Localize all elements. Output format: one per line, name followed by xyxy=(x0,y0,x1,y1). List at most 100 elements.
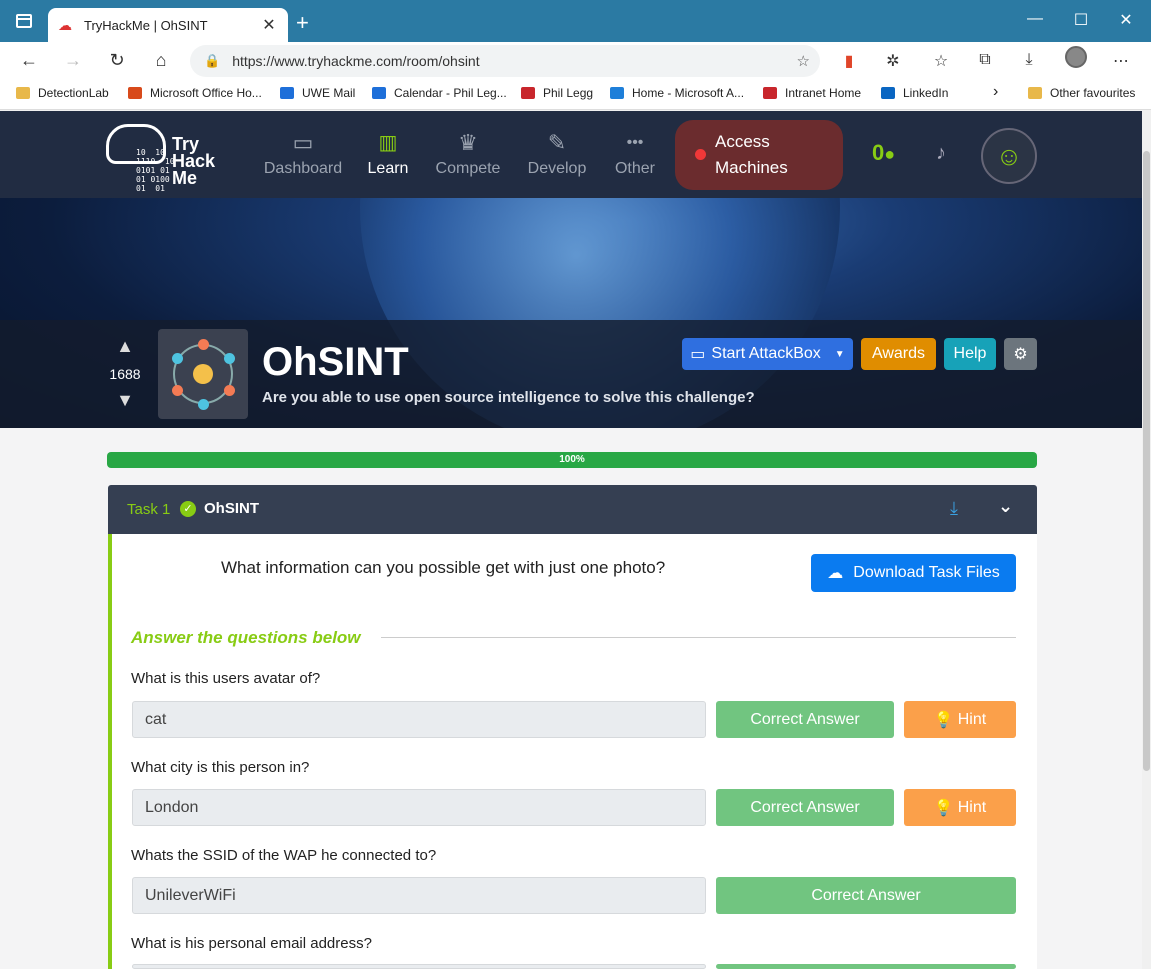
question-3: Whats the SSID of the WAP he connected t… xyxy=(131,847,437,864)
answer-input-4[interactable] xyxy=(132,964,706,969)
download-icon[interactable]: ⤓ xyxy=(950,498,958,519)
correct-answer-button-4[interactable] xyxy=(716,964,1016,969)
uwe-icon xyxy=(763,87,777,99)
forward-icon[interactable]: → xyxy=(62,50,84,71)
bookmark-uwe-mail[interactable]: UWE Mail xyxy=(280,86,355,100)
bookmark-office[interactable]: Microsoft Office Ho... xyxy=(128,86,262,100)
close-window-icon[interactable]: ✕ xyxy=(1116,10,1136,30)
cloud-download-icon: ☁ xyxy=(827,565,844,582)
task-intro: What information can you possible get wi… xyxy=(221,558,666,577)
lightbulb-icon: 💡 xyxy=(933,711,954,729)
address-bar[interactable]: 🔒 https://www.tryhackme.com/room/ohsint … xyxy=(190,45,820,77)
task-name: OhSINT xyxy=(204,500,259,517)
page-scrollbar[interactable] xyxy=(1142,111,1151,969)
outlook-icon xyxy=(280,87,294,99)
caret-down-icon[interactable]: ▼ xyxy=(835,349,845,360)
maximize-icon[interactable]: ☐ xyxy=(1071,10,1091,30)
extensions-icon[interactable]: ✲ xyxy=(882,51,904,71)
upvote-button[interactable]: ▲ xyxy=(104,336,146,357)
scrollbar-thumb[interactable] xyxy=(1143,151,1150,771)
nav-develop[interactable]: ✎ Develop xyxy=(512,130,602,178)
nav-other[interactable]: ••• Other xyxy=(590,130,680,178)
bookmark-other-favourites[interactable]: Other favourites xyxy=(1028,86,1135,100)
browser-tab[interactable]: ☁ TryHackMe | OhSINT ✕ xyxy=(48,8,288,42)
correct-answer-button-2[interactable]: Correct Answer xyxy=(716,789,894,826)
status-dot xyxy=(695,149,706,160)
room-image xyxy=(158,329,248,419)
extension-icon[interactable]: ▮ xyxy=(838,51,860,71)
answer-input-1[interactable]: cat xyxy=(132,701,706,738)
answer-input-2[interactable]: London xyxy=(132,789,706,826)
flame-icon: ● xyxy=(884,144,896,164)
folder-icon xyxy=(16,87,30,99)
nav-dashboard[interactable]: ▭ Dashboard xyxy=(258,130,348,178)
downvote-button[interactable]: ▼ xyxy=(104,390,146,411)
logo-wordmark: Try Hack Me xyxy=(172,134,216,188)
task-number: Task 1 xyxy=(127,501,171,518)
pencil-icon: ✎ xyxy=(547,130,567,155)
home-icon[interactable]: ⌂ xyxy=(150,50,172,71)
bookmarks-bar: DetectionLab Microsoft Office Ho... UWE … xyxy=(0,80,1151,110)
chevron-right-icon[interactable]: › xyxy=(993,83,998,101)
notification-bell-icon[interactable]: ♪ xyxy=(936,142,946,165)
help-button[interactable]: Help xyxy=(944,338,996,370)
vote-count: 1688 xyxy=(109,366,141,382)
linkedin-icon xyxy=(881,87,895,99)
lightbulb-icon: 💡 xyxy=(933,799,954,817)
answers-heading: Answer the questions below xyxy=(131,628,361,647)
refresh-icon[interactable]: ↻ xyxy=(106,50,128,71)
url-text[interactable]: https://www.tryhackme.com/room/ohsint xyxy=(232,53,796,69)
hint-button-2[interactable]: 💡 Hint xyxy=(904,789,1016,826)
tab-close-icon[interactable]: ✕ xyxy=(260,15,278,35)
downloads-icon[interactable]: ⤓ xyxy=(1018,51,1040,69)
bookmark-detectionlab[interactable]: DetectionLab xyxy=(16,86,109,100)
tryhackme-logo[interactable]: 10 10 1110 10 0101 01 01 0100 01 01 Try … xyxy=(106,122,226,193)
more-dots-icon: ••• xyxy=(626,134,644,151)
add-favourite-icon[interactable]: ☆ xyxy=(797,52,810,70)
logo-bits: 10 10 1110 10 0101 01 01 0100 01 01 xyxy=(136,148,175,193)
collections-icon[interactable]: ⧉ xyxy=(974,51,996,69)
calendar-icon xyxy=(372,87,386,99)
office-icon xyxy=(128,87,142,99)
site-icon xyxy=(521,87,535,99)
profile-avatar[interactable] xyxy=(1065,46,1087,68)
bookmark-calendar[interactable]: Calendar - Phil Leg... xyxy=(372,86,507,100)
bookmark-phil-legg[interactable]: Phil Legg xyxy=(521,86,593,100)
browser-toolbar: ← → ↻ ⌂ 🔒 https://www.tryhackme.com/room… xyxy=(0,42,1151,80)
correct-answer-button-1[interactable]: Correct Answer xyxy=(716,701,894,738)
nav-compete[interactable]: ♛ Compete xyxy=(423,130,513,178)
answer-input-3[interactable]: UnileverWiFi xyxy=(132,877,706,914)
tab-title: TryHackMe | OhSINT xyxy=(84,17,208,33)
new-tab-icon[interactable]: + xyxy=(296,12,309,34)
tab-actions-icon[interactable] xyxy=(16,14,32,28)
minimize-icon[interactable]: — xyxy=(1025,10,1045,28)
folder-icon xyxy=(1028,87,1042,99)
lock-icon[interactable]: 🔒 xyxy=(204,53,220,69)
awards-button[interactable]: Awards xyxy=(861,338,936,370)
bookmark-home-microsoft[interactable]: Home - Microsoft A... xyxy=(610,86,744,100)
correct-answer-button-3[interactable]: Correct Answer xyxy=(716,877,1016,914)
hint-button-1[interactable]: 💡 Hint xyxy=(904,701,1016,738)
access-machines-button[interactable]: Access Machines xyxy=(675,120,843,190)
room-progress-bar: 100% xyxy=(107,452,1037,468)
tryhackme-favicon-icon: ☁ xyxy=(58,17,72,33)
download-task-files-button[interactable]: ☁ Download Task Files xyxy=(811,554,1016,592)
divider xyxy=(381,637,1016,638)
bookmark-linkedin[interactable]: LinkedIn xyxy=(881,86,948,100)
settings-gear-icon[interactable]: ⚙ xyxy=(1004,338,1037,370)
more-menu-icon[interactable]: ⋯ xyxy=(1110,51,1132,71)
check-circle-icon: ✓ xyxy=(180,501,196,517)
user-avatar[interactable]: ☺ xyxy=(981,128,1037,184)
streak-counter[interactable]: 0● xyxy=(872,140,895,166)
question-2: What city is this person in? xyxy=(131,759,310,776)
favourites-icon[interactable]: ☆ xyxy=(930,51,952,71)
monitor-icon: ▭ xyxy=(690,346,706,363)
bookmark-intranet[interactable]: Intranet Home xyxy=(763,86,861,100)
trophy-icon: ♛ xyxy=(458,130,478,155)
question-1: What is this users avatar of? xyxy=(131,670,321,687)
chevron-down-icon[interactable]: ⌄ xyxy=(998,496,1013,517)
nav-learn[interactable]: ▥ Learn xyxy=(343,130,433,178)
back-icon[interactable]: ← xyxy=(18,50,40,71)
start-attackbox-button[interactable]: ▭ Start AttackBox ▼ xyxy=(682,338,853,370)
thumbs-up-icon: ▲ xyxy=(116,336,134,356)
